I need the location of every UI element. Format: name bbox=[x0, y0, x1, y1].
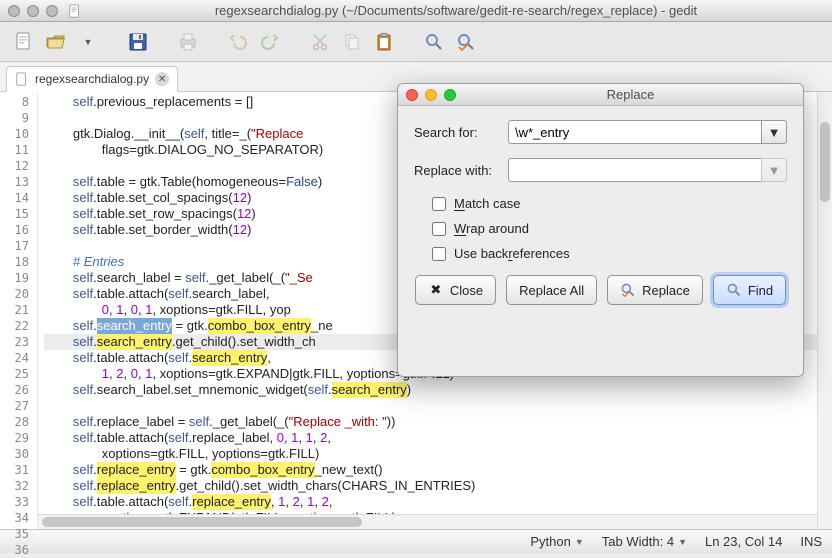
chevron-down-icon: ▼ bbox=[84, 37, 93, 47]
search-history-dropdown[interactable]: ▼ bbox=[761, 120, 787, 144]
search-for-input[interactable] bbox=[508, 120, 761, 144]
dialog-title: Replace bbox=[466, 87, 795, 102]
scroll-thumb[interactable] bbox=[820, 122, 830, 202]
cursor-label: Ln 23, Col 14 bbox=[705, 534, 782, 549]
dialog-titlebar: Replace bbox=[398, 84, 803, 106]
scissors-icon bbox=[310, 32, 330, 52]
line-number-gutter: 8910111213141516171819202122232425262728… bbox=[0, 92, 38, 529]
find-replace-button[interactable] bbox=[452, 28, 480, 56]
paste-button[interactable] bbox=[370, 28, 398, 56]
folder-open-icon bbox=[45, 31, 67, 53]
cursor-position: Ln 23, Col 14 bbox=[705, 534, 782, 549]
chevron-down-icon: ▼ bbox=[678, 537, 687, 547]
zoom-window-icon[interactable] bbox=[46, 5, 58, 17]
wrap-around-checkbox[interactable] bbox=[432, 222, 446, 236]
open-button[interactable] bbox=[42, 28, 70, 56]
zoom-window-icon[interactable] bbox=[444, 89, 456, 101]
close-button[interactable]: ✖ Close bbox=[415, 275, 496, 305]
redo-icon bbox=[260, 32, 280, 52]
undo-button[interactable] bbox=[224, 28, 252, 56]
close-window-icon[interactable] bbox=[406, 89, 418, 101]
replace-button[interactable]: Replace bbox=[607, 275, 703, 305]
language-selector[interactable]: Python ▼ bbox=[530, 534, 583, 549]
document-new-icon bbox=[13, 31, 35, 53]
button-label: Replace All bbox=[519, 283, 584, 298]
open-menu-button[interactable]: ▼ bbox=[74, 28, 102, 56]
close-icon: ✖ bbox=[428, 282, 444, 298]
minimize-window-icon[interactable] bbox=[425, 89, 437, 101]
print-button[interactable] bbox=[174, 28, 202, 56]
document-icon bbox=[15, 72, 29, 86]
button-label: Replace bbox=[642, 283, 690, 298]
new-button[interactable] bbox=[10, 28, 38, 56]
backreferences-checkbox[interactable] bbox=[432, 247, 446, 261]
cut-button[interactable] bbox=[306, 28, 334, 56]
copy-button[interactable] bbox=[338, 28, 366, 56]
close-window-icon[interactable] bbox=[8, 5, 20, 17]
status-bar: Python ▼ Tab Width: 4 ▼ Ln 23, Col 14 INS bbox=[0, 529, 832, 553]
clipboard-icon bbox=[374, 32, 394, 52]
tabwidth-selector[interactable]: Tab Width: 4 ▼ bbox=[602, 534, 687, 549]
main-toolbar: ▼ bbox=[0, 22, 832, 62]
redo-button[interactable] bbox=[256, 28, 284, 56]
floppy-save-icon bbox=[127, 31, 149, 53]
wrap-around-label: Wrap around bbox=[454, 221, 529, 236]
replace-with-label: Replace with: bbox=[414, 163, 508, 178]
save-button[interactable] bbox=[124, 28, 152, 56]
printer-icon bbox=[177, 31, 199, 53]
chevron-down-icon: ▼ bbox=[768, 163, 781, 178]
backreferences-label: Use backreferences bbox=[454, 246, 570, 261]
search-for-label: Search for: bbox=[414, 125, 508, 140]
close-tab-icon[interactable]: ✕ bbox=[155, 72, 169, 86]
scroll-thumb[interactable] bbox=[42, 517, 362, 527]
horizontal-scrollbar[interactable] bbox=[38, 514, 817, 529]
replace-dialog: Replace Search for: ▼ Replace with: ▼ Ma… bbox=[397, 83, 804, 377]
replace-with-combo: ▼ bbox=[508, 158, 787, 182]
find-button[interactable]: Find bbox=[713, 275, 786, 305]
dialog-window-controls bbox=[406, 89, 456, 101]
window-controls bbox=[8, 5, 58, 17]
tab-document[interactable]: regexsearchdialog.py ✕ bbox=[6, 66, 178, 92]
button-label: Find bbox=[748, 283, 773, 298]
match-case-checkbox[interactable] bbox=[432, 197, 446, 211]
replace-with-input[interactable] bbox=[508, 158, 761, 182]
tab-label: regexsearchdialog.py bbox=[35, 72, 149, 86]
chevron-down-icon: ▼ bbox=[575, 537, 584, 547]
insert-mode[interactable]: INS bbox=[800, 534, 822, 549]
document-icon bbox=[68, 4, 82, 18]
vertical-scrollbar[interactable] bbox=[817, 92, 832, 529]
undo-icon bbox=[228, 32, 248, 52]
minimize-window-icon[interactable] bbox=[27, 5, 39, 17]
window-title: regexsearchdialog.py (~/Documents/softwa… bbox=[88, 3, 824, 18]
find-replace-icon bbox=[620, 282, 636, 298]
replace-history-dropdown[interactable]: ▼ bbox=[761, 158, 787, 182]
chevron-down-icon: ▼ bbox=[768, 125, 781, 140]
find-replace-icon bbox=[456, 32, 476, 52]
search-icon bbox=[424, 32, 444, 52]
mode-label: INS bbox=[800, 534, 822, 549]
search-icon bbox=[726, 282, 742, 298]
titlebar: regexsearchdialog.py (~/Documents/softwa… bbox=[0, 0, 832, 22]
replace-all-button[interactable]: Replace All bbox=[506, 275, 597, 305]
button-label: Close bbox=[450, 283, 483, 298]
find-button[interactable] bbox=[420, 28, 448, 56]
tabwidth-label: Tab Width: 4 bbox=[602, 534, 674, 549]
language-label: Python bbox=[530, 534, 570, 549]
match-case-label: Match case bbox=[454, 196, 521, 211]
copy-icon bbox=[342, 32, 362, 52]
search-for-combo: ▼ bbox=[508, 120, 787, 144]
